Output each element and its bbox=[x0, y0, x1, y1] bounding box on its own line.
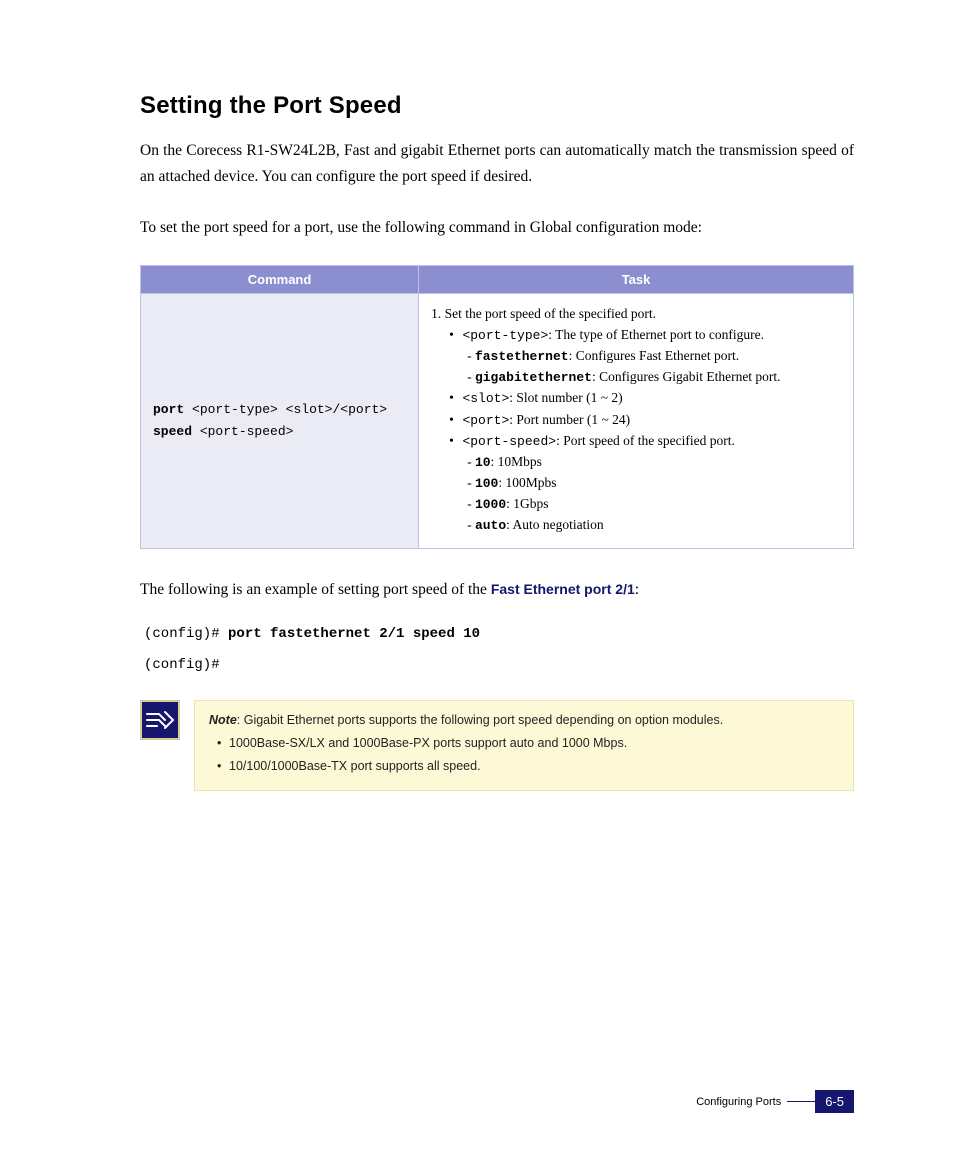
example-lead: The following is an example of setting p… bbox=[140, 577, 854, 603]
example-lead-suffix: : bbox=[635, 581, 639, 598]
task-port-type: • <port-type>: The type of Ethernet port… bbox=[449, 325, 841, 346]
example-lead-prefix: The following is an example of setting p… bbox=[140, 581, 491, 598]
footer-section-label: Configuring Ports bbox=[696, 1096, 781, 1108]
cmd-kw-port: port bbox=[153, 402, 184, 417]
note-bullet-1: •1000Base-SX/LX and 1000Base-PX ports su… bbox=[217, 732, 839, 755]
command-cell: port <port-type> <slot>/<port> speed <po… bbox=[141, 294, 419, 549]
cmd-arg-slot: <slot> bbox=[286, 402, 333, 417]
footer-rule bbox=[787, 1101, 815, 1102]
cmd-kw-speed: speed bbox=[153, 424, 192, 439]
table-header-task: Task bbox=[419, 266, 854, 294]
task-cell: 1. Set the port speed of the specified p… bbox=[419, 294, 854, 549]
document-page: Setting the Port Speed On the Corecess R… bbox=[0, 0, 954, 1168]
task-speed-1000: - 1000: 1Gbps bbox=[467, 494, 841, 515]
task-speed-auto: - auto: Auto negotiation bbox=[467, 515, 841, 536]
task-speed-10: - 10: 10Mbps bbox=[467, 452, 841, 473]
note-label: Note bbox=[209, 713, 237, 727]
intro-paragraph-2: To set the port speed for a port, use th… bbox=[140, 215, 854, 241]
intro-paragraph-1: On the Corecess R1-SW24L2B, Fast and gig… bbox=[140, 138, 854, 191]
task-port: • <port>: Port number (1 ~ 24) bbox=[449, 410, 841, 431]
table-row: port <port-type> <slot>/<port> speed <po… bbox=[141, 294, 854, 549]
table-header-command: Command bbox=[141, 266, 419, 294]
task-step-1: 1. Set the port speed of the specified p… bbox=[431, 304, 841, 325]
note-block: Note: Gigabit Ethernet ports supports th… bbox=[140, 700, 854, 791]
page-footer: Configuring Ports 6-5 bbox=[696, 1090, 854, 1113]
example-line-1: (config)# port fastethernet 2/1 speed 10 bbox=[144, 622, 854, 647]
example-cmd-1: port fastethernet 2/1 speed 10 bbox=[228, 626, 480, 642]
cmd-arg-port-type: <port-type> bbox=[192, 402, 278, 417]
task-slot: • <slot>: Slot number (1 ~ 2) bbox=[449, 388, 841, 409]
cmd-arg-port-speed: <port-speed> bbox=[200, 424, 294, 439]
example-line-2: (config)# bbox=[144, 653, 854, 678]
task-port-speed: • <port-speed>: Port speed of the specif… bbox=[449, 431, 841, 452]
note-icon bbox=[140, 700, 180, 740]
note-content: Note: Gigabit Ethernet ports supports th… bbox=[194, 700, 854, 791]
note-text: : Gigabit Ethernet ports supports the fo… bbox=[237, 713, 723, 727]
cmd-arg-port: <port> bbox=[340, 402, 387, 417]
note-bullet-2: •10/100/1000Base-TX port supports all sp… bbox=[217, 755, 839, 778]
command-task-table: Command Task port <port-type> <slot>/<po… bbox=[140, 265, 854, 549]
task-speed-100: - 100: 100Mpbs bbox=[467, 473, 841, 494]
task-fastethernet: - fastethernet: Configures Fast Ethernet… bbox=[467, 346, 841, 367]
example-port-link[interactable]: Fast Ethernet port 2/1 bbox=[491, 581, 635, 597]
example-code-block: (config)# port fastethernet 2/1 speed 10… bbox=[140, 622, 854, 678]
task-gigabitethernet: - gigabitethernet: Configures Gigabit Et… bbox=[467, 367, 841, 388]
example-prompt-1: (config)# bbox=[144, 626, 228, 642]
footer-page-number: 6-5 bbox=[815, 1090, 854, 1113]
section-heading: Setting the Port Speed bbox=[140, 92, 854, 120]
